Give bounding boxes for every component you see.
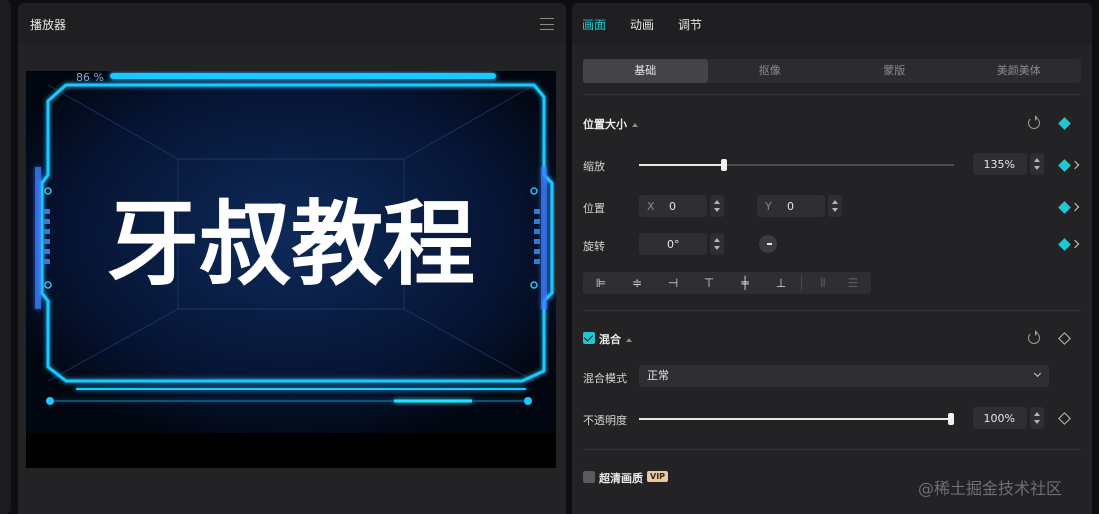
keyframe-icon[interactable] [1058, 238, 1071, 251]
blend-mode-select[interactable]: 正常 [639, 365, 1049, 387]
position-y-field[interactable]: Y 0 [757, 195, 825, 217]
scale-label: 缩放 [583, 160, 605, 173]
rotation-dial[interactable] [759, 235, 777, 253]
position-x-stepper[interactable] [710, 195, 724, 217]
chevron-right-icon[interactable] [1070, 202, 1080, 212]
align-bottom-icon[interactable]: ⊥ [763, 272, 799, 294]
opacity-input[interactable]: 100% [973, 407, 1027, 429]
blend-checkbox[interactable] [583, 332, 595, 344]
canvas-percent-label: 86 % [76, 71, 104, 84]
subtab-beauty[interactable]: 美颜美体 [957, 59, 1082, 83]
x-axis-label: X [647, 199, 655, 213]
keyframe-icon[interactable] [1058, 332, 1071, 345]
chevron-right-icon[interactable] [1070, 239, 1080, 249]
collapse-caret-icon [626, 338, 632, 342]
rotation-stepper[interactable] [710, 233, 724, 255]
align-center-horizontal-icon[interactable]: ≑ [619, 272, 655, 294]
canvas-title-text: 牙叔教程 [107, 191, 475, 298]
align-center-vertical-icon[interactable]: ╪ [727, 272, 763, 294]
tab-adjust[interactable]: 调节 [678, 16, 702, 33]
reset-icon[interactable] [1028, 115, 1040, 129]
position-x-value: 0 [669, 199, 676, 213]
left-panel-edge [0, 0, 11, 514]
keyframe-icon[interactable] [1058, 117, 1071, 130]
preview-canvas[interactable]: 86 % 牙叔教程 [26, 71, 556, 468]
divider [801, 275, 802, 291]
subtab-keying[interactable]: 抠像 [708, 59, 833, 83]
rotation-label: 旋转 [583, 240, 605, 253]
keyframe-icon[interactable] [1058, 201, 1071, 214]
hd-quality-checkbox[interactable] [583, 471, 595, 483]
scale-slider-handle[interactable] [721, 159, 728, 171]
opacity-slider[interactable] [639, 413, 954, 425]
position-label: 位置 [583, 202, 605, 215]
player-title: 播放器 [30, 17, 67, 32]
position-size-label: 位置大小 [583, 118, 627, 131]
keyframe-icon[interactable] [1058, 412, 1071, 425]
blend-section[interactable]: 混合 [599, 331, 632, 347]
chevron-down-icon [1033, 369, 1042, 378]
collapse-caret-icon [632, 123, 638, 127]
blend-mode-label: 混合模式 [583, 372, 627, 385]
tab-picture[interactable]: 画面 [582, 16, 606, 33]
reset-icon[interactable] [1028, 330, 1040, 344]
properties-panel: 画面 动画 调节 基础 抠像 蒙版 美颜美体 位置大小 缩放 135% 位置 X… [572, 3, 1092, 514]
align-top-icon[interactable]: ⊤ [691, 272, 727, 294]
subtab-basic[interactable]: 基础 [583, 59, 708, 83]
align-left-icon[interactable]: ⊫ [583, 272, 619, 294]
alignment-toolbar: ⊫ ≑ ⊣ ⊤ ╪ ⊥ ⫴ ☰ [583, 272, 871, 294]
opacity-stepper[interactable] [1030, 407, 1044, 429]
scale-slider-fill [639, 164, 725, 166]
position-y-stepper[interactable] [828, 195, 842, 217]
player-panel: 播放器 86 % 牙叔教程 [18, 3, 566, 514]
scale-slider[interactable] [639, 159, 954, 171]
hud-frame-graphic: 86 % 牙叔教程 [26, 71, 556, 468]
distribute-vertical-icon: ☰ [847, 276, 859, 290]
vip-badge: VIP [647, 471, 669, 482]
opacity-slider-handle[interactable] [947, 413, 954, 425]
position-x-field[interactable]: X 0 [639, 195, 707, 217]
align-right-icon[interactable]: ⊣ [655, 272, 691, 294]
blend-mode-value: 正常 [647, 369, 669, 382]
chevron-right-icon[interactable] [1070, 160, 1080, 170]
position-y-value: 0 [787, 199, 794, 213]
blend-label: 混合 [599, 333, 621, 346]
player-header: 播放器 [18, 3, 566, 45]
opacity-slider-fill [639, 418, 954, 420]
keyframe-icon[interactable] [1058, 159, 1071, 172]
watermark: @稀土掘金技术社区 [918, 479, 1063, 498]
position-size-section[interactable]: 位置大小 [583, 116, 638, 132]
opacity-label: 不透明度 [583, 414, 627, 427]
y-axis-label: Y [765, 199, 772, 213]
subtab-mask[interactable]: 蒙版 [832, 59, 957, 83]
scale-input[interactable]: 135% [973, 153, 1027, 175]
sub-tabs: 基础 抠像 蒙版 美颜美体 [583, 59, 1081, 83]
scale-stepper[interactable] [1030, 153, 1044, 175]
properties-tabs: 画面 动画 调节 [572, 3, 1092, 45]
menu-icon[interactable] [540, 18, 554, 30]
rotation-input[interactable]: 0° [639, 233, 707, 255]
divider [583, 94, 1081, 95]
divider [583, 449, 1081, 450]
tab-animation[interactable]: 动画 [630, 16, 654, 33]
divider [583, 310, 1081, 311]
hd-quality-label: 超清画质 [599, 472, 643, 485]
